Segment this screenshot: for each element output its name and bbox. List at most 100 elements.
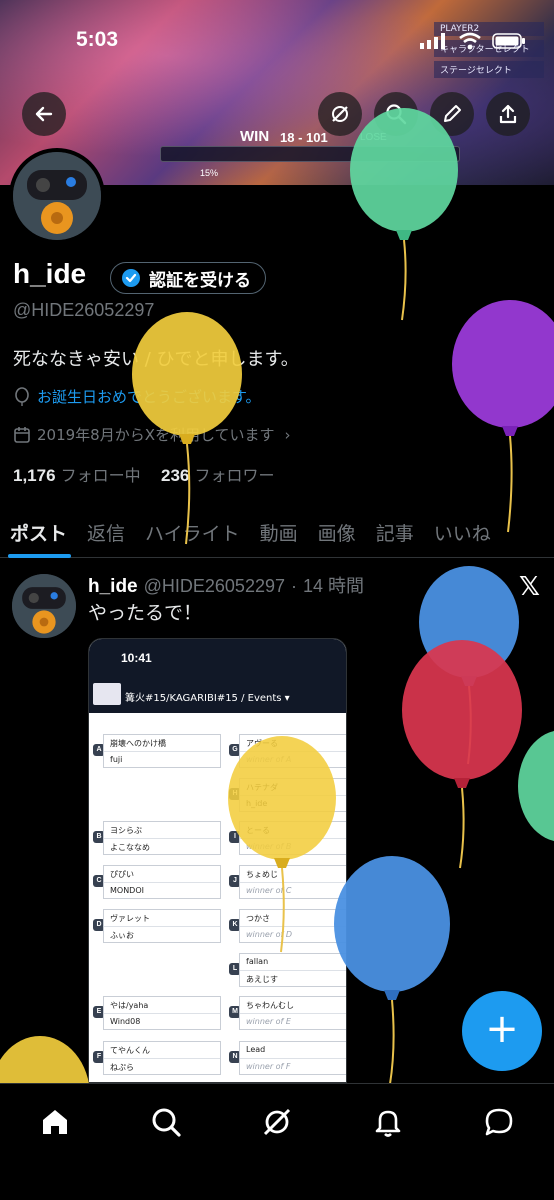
grok-icon xyxy=(263,1108,291,1136)
followers-label: フォロワー xyxy=(194,466,275,485)
bracket-player: Wind08 xyxy=(104,1013,220,1029)
bracket-player: winner of F xyxy=(240,1058,346,1074)
x-logo-icon: 𝕏 xyxy=(519,572,540,602)
bracket-player: winner of D xyxy=(240,926,346,942)
post-time[interactable]: 14 時間 xyxy=(303,572,364,598)
bracket-match: ハテナダ h_ide xyxy=(239,778,346,812)
wifi-icon xyxy=(459,32,481,50)
bracket-player: やは/yaha xyxy=(110,1001,149,1010)
followers-link[interactable]: 236 フォロワー xyxy=(161,466,274,485)
search-icon xyxy=(152,1108,181,1137)
hud-score: 18 - 101 xyxy=(280,130,328,145)
bracket-player: ハテナダ xyxy=(246,783,278,792)
compose-button[interactable]: + xyxy=(462,991,542,1071)
back-button[interactable] xyxy=(22,92,66,136)
controller-avatar-image xyxy=(12,574,76,638)
profile-avatar[interactable] xyxy=(9,148,105,244)
nav-grok[interactable] xyxy=(257,1102,297,1142)
share-button[interactable] xyxy=(486,92,530,136)
bracket-player: winner of A xyxy=(240,751,346,767)
post-avatar[interactable] xyxy=(12,574,76,638)
birthday-line[interactable]: お誕生日おめでとうございます。 xyxy=(13,386,261,407)
status-time: 5:03 xyxy=(76,28,119,51)
tab-replies[interactable]: 返信 xyxy=(77,508,135,556)
tab-likes[interactable]: いいね xyxy=(424,508,501,556)
bracket-player: Lead xyxy=(246,1045,266,1054)
bracket-player: アヴーる xyxy=(246,739,278,748)
bracket-match: とーる winner of B xyxy=(239,821,346,855)
following-count: 1,176 xyxy=(13,466,56,485)
tab-photos[interactable]: 画像 xyxy=(308,508,366,556)
profile-tabs: ポスト 返信 ハイライト 動画 画像 記事 いいね xyxy=(0,508,554,558)
grok-icon xyxy=(332,106,348,122)
bracket-match: ちゃわんむし winner of E xyxy=(239,996,346,1030)
embedded-header: 10:41 篝火#15/KAGARIBI#15 / Events ▾ xyxy=(89,639,346,713)
event-logo xyxy=(93,683,121,705)
following-label: フォロー中 xyxy=(60,466,141,485)
bracket-match: つかさ winner of D xyxy=(239,909,346,943)
tab-highlights[interactable]: ハイライト xyxy=(135,508,250,556)
bracket-match: ぴぴい MONDOI xyxy=(103,865,221,899)
bracket-player: あえじす xyxy=(240,970,346,986)
post-author-handle[interactable]: @HIDE26052297 xyxy=(144,576,285,597)
bracket-player: よこななめ xyxy=(104,838,220,854)
tab-articles[interactable]: 記事 xyxy=(366,508,424,556)
status-icons xyxy=(420,32,526,50)
hud-percent: 15% xyxy=(200,168,219,178)
bracket-player: ヨシらぶ xyxy=(110,826,142,835)
follow-stats: 1,176 フォロー中 236 フォロワー xyxy=(13,462,274,486)
search-button[interactable] xyxy=(374,92,418,136)
bracket-player: ふぃお xyxy=(104,926,220,942)
bracket-player: つかさ xyxy=(246,914,270,923)
hud-bar xyxy=(160,146,460,162)
birthday-text[interactable]: お誕生日おめでとうございます。 xyxy=(37,386,261,407)
nav-home[interactable] xyxy=(35,1102,75,1142)
bracket-match: Lead winner of F xyxy=(239,1041,346,1075)
calendar-icon xyxy=(14,426,30,443)
bracket-player: winner of B xyxy=(240,838,346,854)
signal-icon xyxy=(420,33,445,49)
tab-videos[interactable]: 動画 xyxy=(250,508,308,556)
bracket-player: ちょめじ xyxy=(246,870,278,879)
edit-button[interactable] xyxy=(430,92,474,136)
nav-search[interactable] xyxy=(146,1102,186,1142)
bracket-match: てやんくん ねぷら xyxy=(103,1041,221,1075)
bracket-player: ヴァレット xyxy=(110,914,150,923)
post-author-name[interactable]: h_ide xyxy=(88,576,138,598)
following-link[interactable]: 1,176 フォロー中 xyxy=(13,466,141,485)
hud-lose: LOSE xyxy=(360,132,387,143)
get-verified-button[interactable]: 認証を受ける xyxy=(110,262,266,294)
profile-handle: @HIDE26052297 xyxy=(13,300,155,320)
get-verified-label: 認証を受ける xyxy=(149,270,251,291)
balloon-green-edge xyxy=(518,730,554,842)
grok-button[interactable] xyxy=(318,92,362,136)
hud-win: WIN xyxy=(240,128,270,145)
tab-posts[interactable]: ポスト xyxy=(0,508,77,558)
balloon-blue-bottom xyxy=(334,856,450,1085)
balloon-blue-top xyxy=(419,566,519,765)
bracket-player: fuji xyxy=(104,751,220,767)
bracket-player: 崩壊へのかけ橋 xyxy=(110,739,166,748)
nav-notifications[interactable] xyxy=(368,1102,408,1142)
post-separator: · xyxy=(291,576,297,596)
bracket-match: やは/yaha Wind08 xyxy=(103,996,221,1030)
embedded-title: 篝火#15/KAGARIBI#15 / Events ▾ xyxy=(125,693,290,704)
share-icon xyxy=(499,104,517,124)
controller-avatar-image xyxy=(13,152,101,240)
bracket-player: てやんくん xyxy=(110,1046,150,1055)
battery-icon xyxy=(492,33,525,49)
bracket-player: MONDOI xyxy=(104,882,220,898)
profile-name: h_ide xyxy=(13,258,87,289)
chat-bubble-icon xyxy=(485,1108,513,1136)
post-image[interactable]: 10:41 篝火#15/KAGARIBI#15 / Events ▾ A 崩壊への… xyxy=(88,638,347,1083)
bracket-match: 崩壊へのかけ橋 fuji xyxy=(103,734,221,768)
balloon-yellow-corner xyxy=(0,1036,90,1086)
bracket-player: ぴぴい xyxy=(110,870,134,879)
bracket-player: fallan xyxy=(246,957,269,966)
post-text: やったるで！ xyxy=(88,602,203,624)
bracket-match: fallan あえじす xyxy=(239,953,346,987)
bracket-match: アヴーる winner of A xyxy=(239,734,346,768)
nav-messages[interactable] xyxy=(479,1102,519,1142)
game-hud: WIN 18 - 101 LOSE 15% xyxy=(160,118,460,178)
joined-line[interactable]: 2019年8月からXを利用しています › xyxy=(13,424,291,445)
